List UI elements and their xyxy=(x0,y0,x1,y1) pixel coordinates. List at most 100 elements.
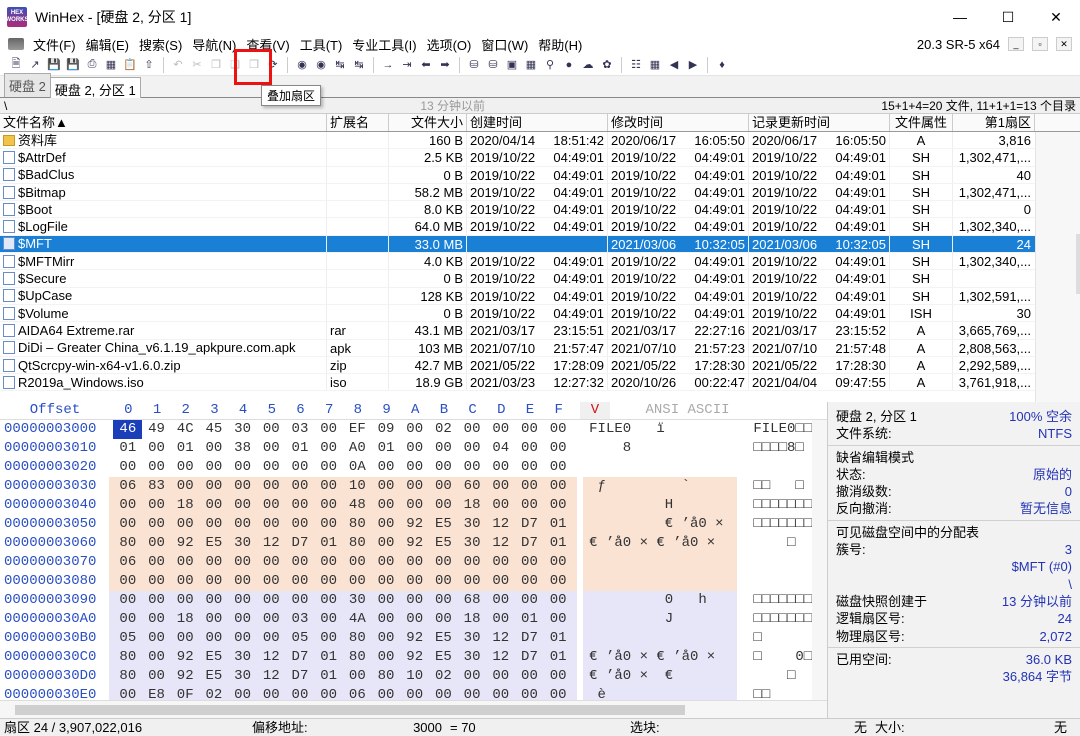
hex-byte[interactable]: 02 xyxy=(429,420,458,439)
undo-icon[interactable]: ↶ xyxy=(170,57,186,73)
hex-byte[interactable]: 00 xyxy=(372,610,401,629)
col-size[interactable]: 文件大小 xyxy=(389,114,467,131)
hex-byte[interactable]: 00 xyxy=(458,667,487,686)
hex-byte[interactable]: 00 xyxy=(314,591,343,610)
hex-byte[interactable]: 00 xyxy=(286,496,315,515)
hex-bytes[interactable]: 80 00 92 E5 30 12 D7 01 80 00 92 E5 30 12 D7 01 xyxy=(109,648,578,667)
hex-row[interactable]: 00000003010 01 00 01 00 38 00 01 00 A0 01 00 00 00 04 0… xyxy=(0,439,827,458)
hex-byte[interactable]: D7 xyxy=(286,534,315,553)
hex-byte[interactable]: 00 xyxy=(200,610,229,629)
hex-byte[interactable]: 01 xyxy=(515,610,544,629)
hex-row[interactable]: 000000030D0 80 00 92 E5 30 12 D7 01 00 80 10 02 00 00 0… xyxy=(0,667,827,686)
export-icon[interactable]: ⇧ xyxy=(141,57,157,73)
replace-text-icon[interactable]: ↹ xyxy=(332,57,348,73)
hex-byte[interactable]: 01 xyxy=(544,534,573,553)
hex-byte[interactable]: 12 xyxy=(486,629,515,648)
find-hex-icon[interactable]: ◉ xyxy=(313,57,329,73)
hex-byte[interactable]: 01 xyxy=(314,667,343,686)
hex-scroll-thumb[interactable] xyxy=(15,705,685,715)
hex-byte[interactable]: 00 xyxy=(142,572,171,591)
hex-byte[interactable]: 00 xyxy=(429,439,458,458)
hex-byte[interactable]: 00 xyxy=(257,610,286,629)
hex-row[interactable]: 00000003060 80 00 92 E5 30 12 D7 01 80 00 92 E5 30 12 D… xyxy=(0,534,827,553)
hex-byte[interactable]: 30 xyxy=(228,420,257,439)
hex-byte[interactable]: 00 xyxy=(544,591,573,610)
ansi-text[interactable]: € ’å0 × xyxy=(583,515,738,534)
ansi-text[interactable]: € ’å0 × € xyxy=(583,667,738,686)
hex-byte[interactable]: 92 xyxy=(400,648,429,667)
hex-byte[interactable]: 00 xyxy=(314,420,343,439)
paste-icon[interactable]: 📋 xyxy=(122,57,138,73)
hex-byte[interactable]: 00 xyxy=(372,553,401,572)
hex-bytes[interactable]: 80 00 92 E5 30 12 D7 01 80 00 92 E5 30 12 D7 01 xyxy=(109,534,578,553)
hex-byte[interactable]: 00 xyxy=(314,610,343,629)
goto-sector-icon[interactable]: ⇥ xyxy=(399,57,415,73)
hex-byte[interactable]: 00 xyxy=(486,667,515,686)
hex-byte[interactable]: 00 xyxy=(458,553,487,572)
scroll-thumb[interactable] xyxy=(1076,234,1080,294)
hex-byte[interactable]: 18 xyxy=(458,496,487,515)
minimize-button[interactable]: — xyxy=(936,0,984,34)
hex-byte[interactable]: 01 xyxy=(372,439,401,458)
hex-byte[interactable]: 00 xyxy=(372,477,401,496)
hex-byte[interactable]: 00 xyxy=(544,610,573,629)
file-row[interactable]: DiDi – Greater China_v6.1.19_apkpure.com… xyxy=(0,339,1080,357)
hex-byte[interactable]: 80 xyxy=(113,534,142,553)
ansi-text[interactable]: J xyxy=(583,610,738,629)
hex-byte[interactable]: 00 xyxy=(544,553,573,572)
hex-byte[interactable]: 38 xyxy=(228,439,257,458)
hex-byte[interactable]: 00 xyxy=(400,477,429,496)
hex-byte[interactable]: 00 xyxy=(200,591,229,610)
hex-byte[interactable]: 00 xyxy=(429,553,458,572)
hex-byte[interactable]: 00 xyxy=(429,458,458,477)
hex-row[interactable]: 00000003000 46 49 4C 45 30 00 03 00 EF 09 00 02 00 00 0… xyxy=(0,420,827,439)
hex-byte[interactable]: 00 xyxy=(286,477,315,496)
menu-window[interactable]: 窗口(W) xyxy=(476,35,533,54)
book-icon[interactable]: ♦ xyxy=(714,57,730,73)
hex-byte[interactable]: D7 xyxy=(286,648,315,667)
hex-byte[interactable]: 80 xyxy=(343,515,372,534)
chat-icon[interactable]: ● xyxy=(561,57,577,73)
hex-byte[interactable]: 48 xyxy=(343,496,372,515)
hex-byte[interactable]: 92 xyxy=(171,648,200,667)
hex-byte[interactable]: 60 xyxy=(458,477,487,496)
hex-bytes[interactable]: 05 00 00 00 00 00 05 00 80 00 92 E5 30 12 D7 01 xyxy=(109,629,578,648)
hex-bytes[interactable]: 00 00 00 00 00 00 00 00 0A 00 00 00 00 00 00 00 xyxy=(109,458,577,477)
copy-icon[interactable]: ❐ xyxy=(208,57,224,73)
hex-byte[interactable]: 00 xyxy=(372,572,401,591)
hex-byte[interactable]: 06 xyxy=(113,553,142,572)
find-text-icon[interactable]: ◉ xyxy=(294,57,310,73)
hex-byte[interactable]: E5 xyxy=(200,648,229,667)
open-file-icon[interactable]: ↗ xyxy=(27,57,43,73)
hex-byte[interactable]: 00 xyxy=(429,477,458,496)
hex-byte[interactable]: 30 xyxy=(458,515,487,534)
hex-byte[interactable]: 00 xyxy=(314,496,343,515)
hex-row[interactable]: 000000030B0 05 00 00 00 00 00 05 00 80 00 92 E5 30 12 D… xyxy=(0,629,827,648)
file-list-scrollbar[interactable] xyxy=(1035,132,1080,408)
hex-byte[interactable]: 09 xyxy=(372,420,401,439)
back-icon[interactable]: ⬅ xyxy=(418,57,434,73)
hex-bytes[interactable]: 00 00 00 00 00 00 00 00 30 00 00 00 68 00 00 00 xyxy=(109,591,578,610)
file-row[interactable]: $Secure 0 B 2019/10/22 04:49:01 2019/10/22 04… xyxy=(0,270,1080,288)
hex-row[interactable]: 00000003090 00 00 00 00 00 00 00 00 30 00 00 00 68 00 0… xyxy=(0,591,827,610)
hex-byte[interactable]: 00 xyxy=(314,572,343,591)
hex-byte[interactable]: 00 xyxy=(286,553,315,572)
hex-byte[interactable]: 00 xyxy=(400,458,429,477)
hex-byte[interactable]: 00 xyxy=(486,610,515,629)
hex-byte[interactable]: 4C xyxy=(171,420,200,439)
next-entry-icon[interactable]: ▶ xyxy=(685,57,701,73)
hex-byte[interactable]: 12 xyxy=(486,648,515,667)
ansi-text[interactable]: 8 xyxy=(583,439,737,458)
hex-byte[interactable]: 00 xyxy=(142,439,171,458)
hex-byte[interactable]: 18 xyxy=(171,610,200,629)
hex-byte[interactable]: 00 xyxy=(142,667,171,686)
hex-byte[interactable]: 00 xyxy=(372,534,401,553)
hex-byte[interactable]: 12 xyxy=(486,534,515,553)
hex-byte[interactable]: D7 xyxy=(286,667,315,686)
hex-byte[interactable]: 00 xyxy=(257,572,286,591)
file-row[interactable]: $Volume 0 B 2019/10/22 04:49:01 2019/10/22 04… xyxy=(0,304,1080,323)
hex-byte[interactable]: 00 xyxy=(113,515,142,534)
hex-byte[interactable]: 00 xyxy=(458,420,487,439)
hex-bytes[interactable]: 06 83 00 00 00 00 00 00 10 00 00 00 60 00 00 00 xyxy=(109,477,578,496)
clone-disk-icon[interactable]: ⛁ xyxy=(485,57,501,73)
